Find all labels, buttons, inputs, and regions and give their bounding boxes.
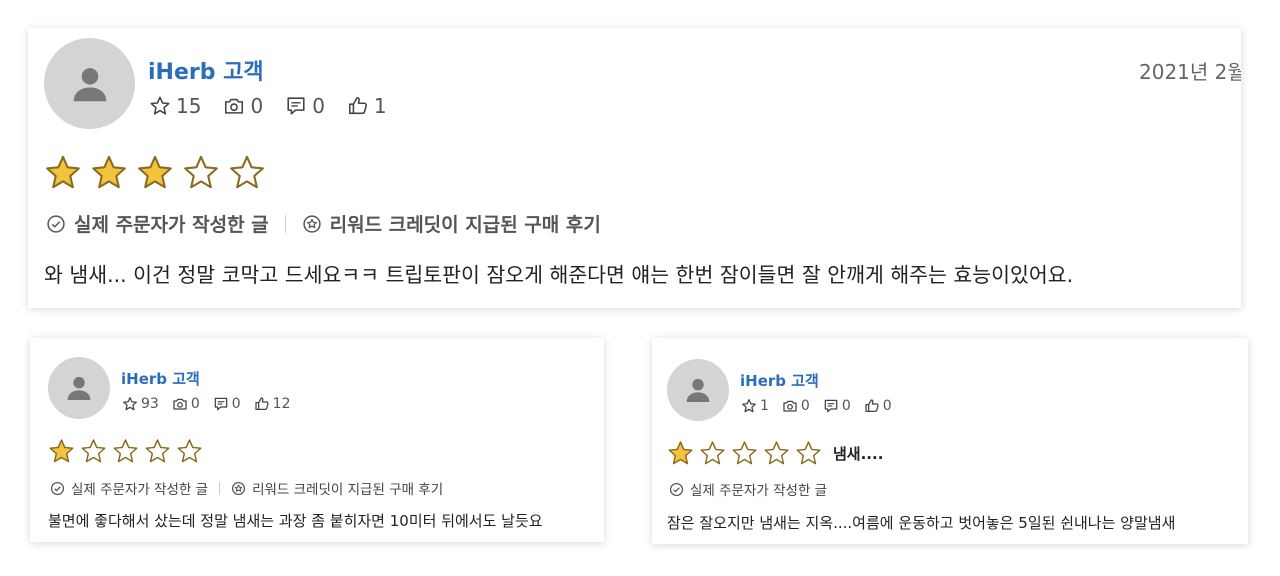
user-icon [686,378,710,402]
star-outline-icon [150,96,170,115]
reviewer-stats: 15 0 0 1 [149,94,409,118]
comment-icon [824,399,838,413]
stat-photos-count: 0 [800,398,810,414]
verified-purchase-label: 실제 주문자가 작성한 글 [690,483,828,499]
thumbs-up-icon [865,399,879,412]
thumbs-up-icon [255,397,269,410]
reviewer-stats: 1 0 0 0 [741,398,905,414]
star-filled-icon [46,155,80,189]
star-rating [44,154,274,192]
reviewer-name[interactable]: iHerb 고객 [740,370,819,391]
stat-comments-count: 0 [841,398,851,414]
review-card: iHerb 고객 2021년 2월 15 0 0 1 실제 주문자가 작성한 글… [28,28,1241,308]
review-text: 불면에 좋다해서 샀는데 정말 냄새는 과장 좀 붙히자면 10미터 뒤에서도 … [48,512,543,530]
badge-divider [284,214,286,233]
review-badges: 실제 주문자가 작성한 글 리워드 크레딧이 지급된 구매 후기 [46,210,601,237]
thumbs-up-icon [348,96,367,115]
star-rating: 냄새.... [667,440,883,467]
stat-helpful-count: 12 [272,396,291,412]
stat-helpful: 0 [864,398,892,414]
stat-reviews-count: 15 [176,94,202,118]
stat-helpful-count: 0 [882,398,892,414]
star-rating [48,438,208,465]
star-empty-icon [230,155,264,189]
review-text: 잠은 잘오지만 냄새는 지옥....여름에 운동하고 벗어놓은 5일된 쉰내나는… [667,514,1176,532]
stat-comments-count: 0 [312,94,325,118]
stat-comments: 0 [285,94,325,118]
stat-photos-count: 0 [190,396,200,412]
star-filled-icon [49,439,74,463]
stat-photos-count: 0 [250,94,264,118]
stat-photos: 0 [172,396,200,412]
comment-icon [287,97,305,115]
star-outline-icon [742,399,756,413]
stat-reviews: 1 [741,398,769,414]
review-date: 2021년 2월 [1139,60,1241,84]
stat-reviews: 93 [122,396,159,412]
review-title: 냄새.... [833,445,884,463]
star-empty-icon [700,441,725,465]
stat-reviews-count: 1 [760,398,769,414]
star-empty-icon [113,439,138,463]
stat-helpful: 12 [254,396,291,412]
stat-comments: 0 [823,398,851,414]
check-circle-icon [669,482,684,496]
stat-photos: 0 [223,94,263,118]
avatar[interactable] [667,359,729,421]
camera-icon [225,98,244,114]
reviewer-stats: 93 0 0 12 [122,396,304,412]
avatar[interactable] [44,38,135,129]
review-card: iHerb 고객 93 0 0 12 실제 주문자가 작성한 글 리워드 크레딧… [30,338,604,542]
reward-credit-label: 리워드 크레딧이 지급된 구매 후기 [252,482,444,498]
stat-comments-count: 0 [231,396,241,412]
check-circle-icon [47,214,65,233]
review-badges: 실제 주문자가 작성한 글 [669,479,827,499]
star-empty-icon [732,441,757,465]
star-empty-icon [177,439,202,463]
stat-helpful-count: 1 [373,94,387,118]
reward-credit-badge: 리워드 크레딧이 지급된 구매 후기 [302,210,601,237]
stat-helpful: 1 [347,94,387,118]
reviewer-name[interactable]: iHerb 고객 [121,368,200,389]
stat-comments: 0 [213,396,241,412]
badge-divider [219,481,221,495]
check-circle-icon [50,481,65,495]
verified-purchase-label: 실제 주문자가 작성한 글 [74,214,269,236]
stat-photos: 0 [782,398,810,414]
verified-purchase-label: 실제 주문자가 작성한 글 [71,482,209,498]
stat-reviews: 15 [149,94,201,118]
review-card: iHerb 고객 1 0 0 0 냄새.... 실제 주문자가 작성한 글 잠은… [652,338,1248,544]
star-filled-icon [138,155,172,189]
reward-credit-badge: 리워드 크레딧이 지급된 구매 후기 [231,478,443,498]
camera-icon [173,398,187,410]
star-empty-icon [764,441,789,465]
reward-credit-label: 리워드 크레딧이 지급된 구매 후기 [329,214,601,236]
star-circle-icon [302,214,321,233]
verified-purchase-badge: 실제 주문자가 작성한 글 [669,479,827,499]
review-text: 와 냄새... 이건 정말 코막고 드세요ㅋㅋ 트립토판이 잠오게 해준다면 얘… [44,263,1074,287]
verified-purchase-badge: 실제 주문자가 작성한 글 [50,478,208,498]
verified-purchase-badge: 실제 주문자가 작성한 글 [46,210,269,237]
reviewer-name[interactable]: iHerb 고객 [148,54,264,86]
camera-icon [783,400,797,412]
star-circle-icon [232,481,246,495]
user-icon [67,376,91,400]
star-empty-icon [145,439,170,463]
star-filled-icon [668,441,693,465]
review-badges: 실제 주문자가 작성한 글 리워드 크레딧이 지급된 구매 후기 [50,478,443,498]
avatar[interactable] [48,357,110,419]
star-empty-icon [796,441,821,465]
star-empty-icon [184,155,218,189]
star-filled-icon [92,155,126,189]
star-empty-icon [81,439,106,463]
user-icon [73,67,106,101]
star-outline-icon [123,397,137,411]
stat-reviews-count: 93 [141,396,159,412]
comment-icon [214,397,228,411]
